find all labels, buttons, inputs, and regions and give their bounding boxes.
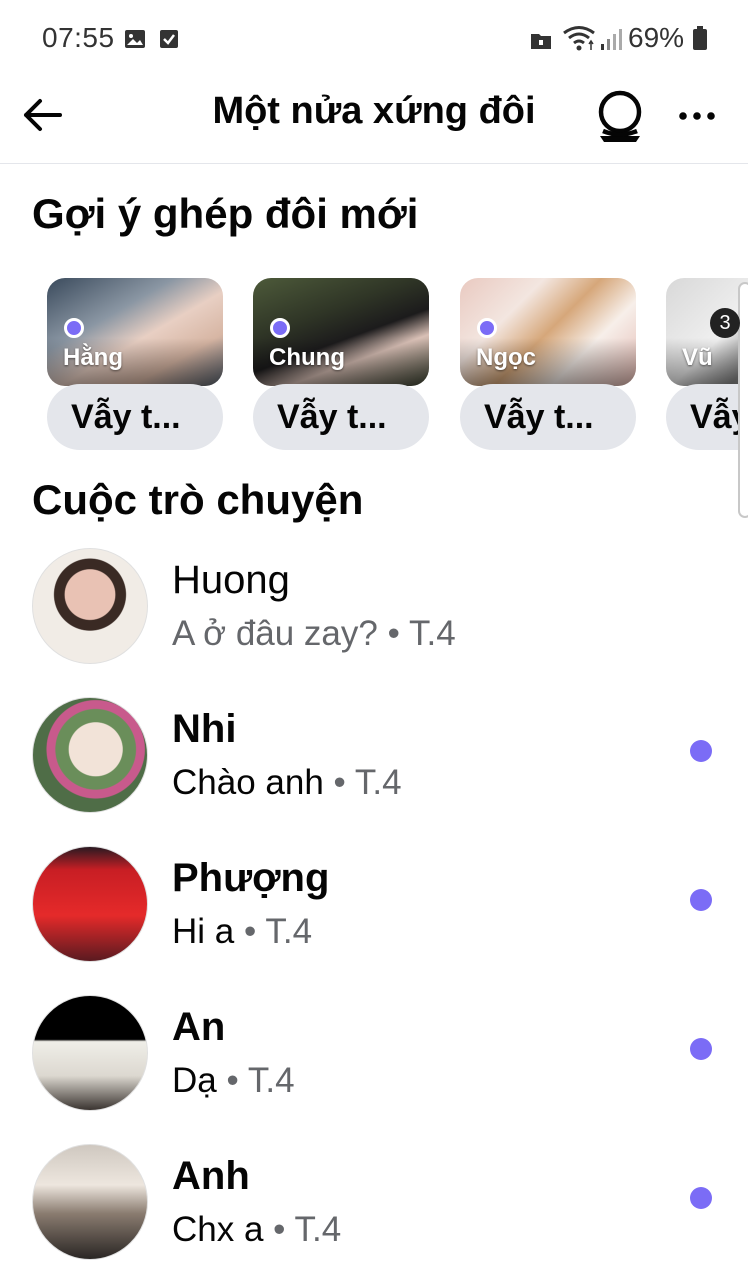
unread-indicator: [690, 740, 712, 762]
conversation-row[interactable]: Huong A ở đâu zay? • T.4: [0, 548, 748, 672]
suggestion-name: Hằng: [63, 344, 123, 371]
avatar[interactable]: [32, 1144, 148, 1260]
last-message: Chx a: [172, 1210, 264, 1249]
check-box-icon: [160, 30, 178, 48]
avatar[interactable]: [32, 697, 148, 813]
message-preview: A ở đâu zay? • T.4: [172, 614, 456, 654]
separator-dot: •: [333, 763, 346, 802]
separator-dot: •: [387, 614, 400, 653]
conversations-title: Cuộc trò chuyện: [32, 476, 364, 523]
last-message: Chào anh: [172, 763, 324, 802]
suggestions-title: Gợi ý ghép đôi mới: [32, 190, 419, 237]
message-time: T.4: [294, 1210, 342, 1249]
status-time: 07:55: [42, 22, 115, 53]
avatar[interactable]: [32, 548, 148, 664]
conversation-name: An: [172, 1005, 226, 1049]
notification-badge: 3: [710, 308, 740, 338]
signal-icon: [601, 29, 622, 50]
message-preview: Dạ • T.4: [172, 1061, 295, 1101]
unread-indicator: [690, 889, 712, 911]
message-time: T.4: [247, 1061, 295, 1100]
suggestions-carousel[interactable]: Hằng Vẫy t... Chung Vẫy t... Ngọc Vẫy t.…: [0, 278, 748, 454]
suggestion-name: Chung: [269, 344, 345, 371]
suggestion-card[interactable]: Hằng Vẫy t...: [47, 278, 223, 452]
conversation-name: Anh: [172, 1154, 250, 1198]
suggestion-card[interactable]: Ngọc Vẫy t...: [460, 278, 636, 452]
conversation-row[interactable]: An Dạ • T.4: [0, 995, 748, 1119]
conversation-row[interactable]: Nhi Chào anh • T.4: [0, 697, 748, 821]
more-dots-icon[interactable]: [674, 94, 720, 138]
crystal-ball-icon[interactable]: [594, 88, 646, 144]
message-time: T.4: [354, 763, 402, 802]
top-app-bar: Một nửa xứng đôi: [0, 78, 748, 164]
message-preview: Chào anh • T.4: [172, 763, 402, 803]
conversation-row[interactable]: Anh Chx a • T.4: [0, 1144, 748, 1268]
online-dot: [477, 318, 497, 338]
battery-percent: 69%: [628, 22, 685, 53]
avatar[interactable]: [32, 846, 148, 962]
status-bar: 07:55 69%: [0, 0, 748, 78]
conversation-row[interactable]: Phượng Hi a • T.4: [0, 846, 748, 970]
scrollbar-handle[interactable]: [738, 282, 748, 518]
message-preview: Chx a • T.4: [172, 1210, 341, 1250]
conversation-name: Phượng: [172, 856, 330, 900]
folder-icon: [531, 34, 551, 49]
last-message: A ở đâu zay?: [172, 614, 378, 653]
separator-dot: •: [226, 1061, 239, 1100]
online-dot: [270, 318, 290, 338]
wave-button[interactable]: Vẫy t...: [47, 384, 223, 450]
wave-button[interactable]: Vẫy t...: [253, 384, 429, 450]
unread-indicator: [690, 1038, 712, 1060]
suggestion-card[interactable]: 3 Vũ Vẫy t...: [666, 278, 748, 452]
suggestion-name: Vũ: [682, 344, 713, 371]
wave-button[interactable]: Vẫy t...: [460, 384, 636, 450]
wifi-icon: [563, 26, 595, 51]
message-time: T.4: [408, 614, 456, 653]
last-message: Hi a: [172, 912, 235, 951]
unread-indicator: [690, 1187, 712, 1209]
separator-dot: •: [273, 1210, 286, 1249]
avatar[interactable]: [32, 995, 148, 1111]
online-dot: [64, 318, 84, 338]
suggestion-name: Ngọc: [476, 344, 536, 371]
wave-button[interactable]: Vẫy t...: [666, 384, 748, 450]
gallery-icon: [125, 30, 145, 48]
message-preview: Hi a • T.4: [172, 912, 312, 952]
message-time: T.4: [265, 912, 313, 951]
suggestion-card[interactable]: Chung Vẫy t...: [253, 278, 429, 452]
battery-icon: [693, 26, 707, 50]
separator-dot: •: [243, 912, 257, 951]
last-message: Dạ: [172, 1061, 217, 1100]
conversation-name: Huong: [172, 558, 290, 602]
conversation-name: Nhi: [172, 707, 237, 751]
